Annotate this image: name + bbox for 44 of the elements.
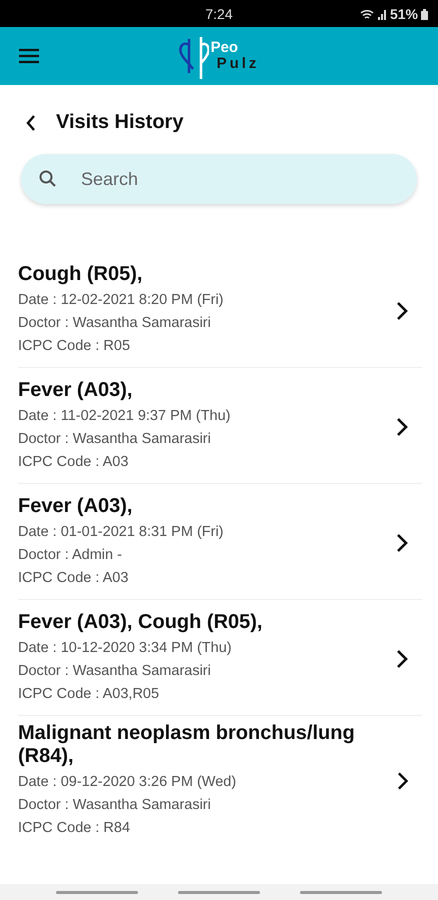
visit-date: Date : 12-02-2021 8:20 PM (Fri)	[18, 291, 224, 310]
visit-item[interactable]: Fever (A03), Date : 01-01-2021 8:31 PM (Fri) Doctor : Admin - ICPC Code : A03	[18, 484, 422, 600]
logo-text: Peo	[210, 40, 240, 56]
visit-item[interactable]: Cough (R05), Date : 12-02-2021 8:20 PM (Fri) Doctor : Wasantha Samarasiri ICPC Code : R05	[18, 252, 422, 368]
nav-handle[interactable]	[300, 890, 382, 894]
visit-doctor: Doctor : Wasantha Samarasiri	[18, 662, 212, 681]
visit-item[interactable]: Malignant neoplasm bronchus/lung (R84), Date : 09-12-2020 3:26 PM (Wed) Doctor : Wasantha Samarasiri ICPC Code : R84	[18, 716, 422, 844]
visit-date: Date : 01-01-2021 8:31 PM (Fri)	[18, 523, 224, 542]
visit-item[interactable]: Fever (A03), Cough (R05), Date : 10-12-2020 3:34 PM (Thu) Doctor : Wasantha Samarasiri ICPC Code : A03,R05	[18, 600, 422, 716]
visit-item[interactable]: Fever (A03), Date : 11-02-2021 9:37 PM (Thu) Doctor : Wasantha Samarasiri ICPC Code : A03	[18, 368, 422, 484]
visit-title: Fever (A03),	[18, 495, 134, 518]
wifi-icon	[360, 8, 374, 20]
signal-icon	[376, 8, 387, 20]
visit-title: Fever (A03),	[18, 379, 134, 402]
visit-doctor: Doctor : Admin -	[18, 546, 123, 565]
nav-handle[interactable]	[56, 890, 138, 894]
clock-time: 7:24	[205, 6, 233, 22]
visit-code: ICPC Code : R84	[18, 819, 132, 838]
chevron-right-icon	[396, 772, 408, 790]
visit-code: ICPC Code : A03	[18, 453, 130, 472]
chevron-right-icon	[396, 302, 408, 320]
battery-level: 51%	[390, 6, 418, 22]
visit-code: ICPC Code : A03	[18, 569, 130, 588]
nav-handle[interactable]	[178, 890, 260, 894]
chevron-right-icon	[396, 650, 408, 668]
search-field[interactable]: Search	[21, 154, 417, 204]
visit-doctor: Doctor : Wasantha Samarasiri	[18, 430, 212, 449]
visit-title: Fever (A03), Cough (R05),	[18, 611, 262, 634]
battery-icon	[421, 8, 428, 20]
back-icon[interactable]	[26, 114, 36, 130]
page-title: Visits History	[56, 111, 184, 134]
visit-code: ICPC Code : A03,R05	[18, 685, 160, 704]
visit-date: Date : 11-02-2021 9:37 PM (Thu)	[18, 407, 231, 426]
visit-title: Cough (R05),	[18, 263, 144, 286]
menu-icon[interactable]	[19, 48, 39, 64]
visit-title: Malignant neoplasm bronchus/lung (R84),	[18, 722, 356, 768]
visit-date: Date : 09-12-2020 3:26 PM (Wed)	[18, 773, 238, 792]
visit-date: Date : 10-12-2020 3:34 PM (Thu)	[18, 639, 233, 658]
visit-doctor: Doctor : Wasantha Samarasiri	[18, 314, 212, 333]
visit-code: ICPC Code : R05	[18, 337, 132, 356]
logo-text: Pulz	[216, 56, 260, 72]
chevron-right-icon	[396, 534, 408, 552]
visit-doctor: Doctor : Wasantha Samarasiri	[18, 796, 212, 815]
chevron-right-icon	[396, 418, 408, 436]
